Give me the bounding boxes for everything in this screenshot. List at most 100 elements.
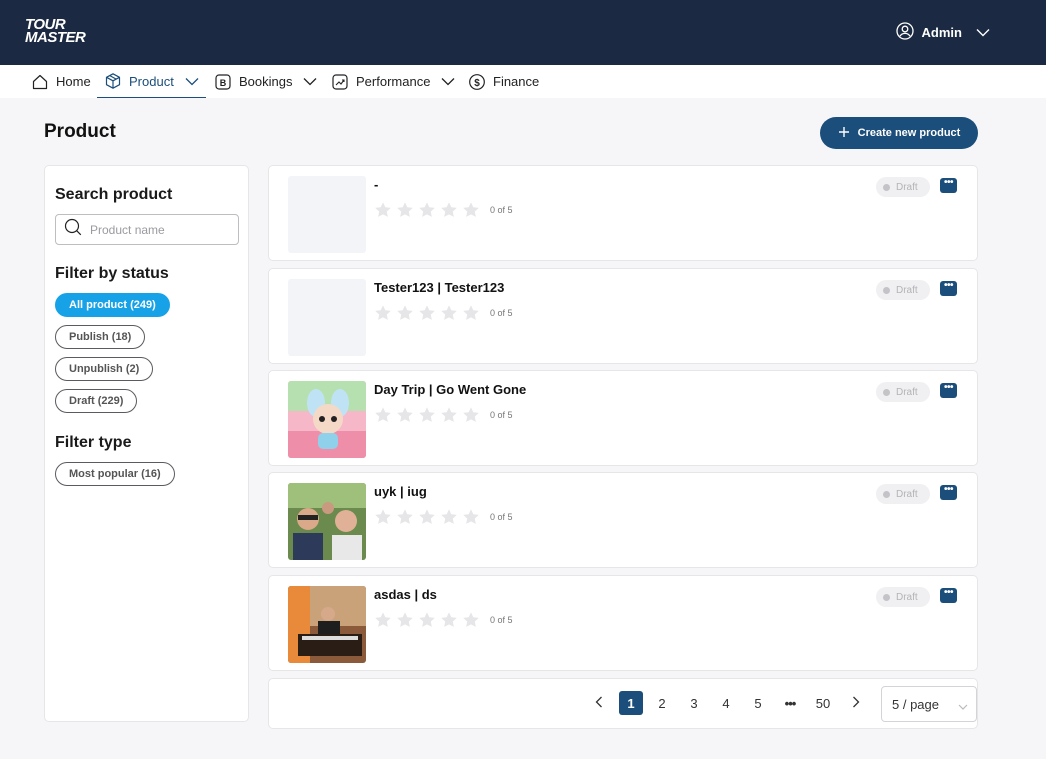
nav-product[interactable]: Product bbox=[97, 65, 206, 98]
prev-page-button[interactable] bbox=[587, 691, 611, 715]
user-name: Admin bbox=[921, 25, 962, 40]
more-options-button[interactable]: ••• bbox=[940, 383, 957, 398]
status-label: Draft bbox=[896, 591, 918, 603]
rating-stars: 0 of 5 bbox=[374, 611, 513, 629]
page-title: Product bbox=[44, 121, 116, 142]
status-badge: Draft bbox=[876, 280, 930, 300]
more-pages-ellipsis[interactable]: ••• bbox=[778, 691, 802, 715]
filter-unpublish[interactable]: Unpublish (2) bbox=[55, 357, 154, 381]
chevron-down-icon bbox=[958, 699, 968, 714]
filter-publish[interactable]: Publish (18) bbox=[55, 325, 146, 349]
star-icon bbox=[462, 304, 480, 322]
product-image-toy bbox=[288, 381, 366, 458]
nav-finance-label: Finance bbox=[493, 74, 540, 89]
page-50[interactable]: 50 bbox=[811, 691, 835, 715]
product-title: asdas | ds bbox=[374, 587, 437, 602]
chevron-down-icon bbox=[441, 74, 455, 89]
nav-finance[interactable]: $ Finance bbox=[468, 65, 539, 98]
brand-logo[interactable]: TOUR MASTER bbox=[25, 17, 86, 48]
filter-sidebar: Search product Filter by status All prod… bbox=[44, 165, 249, 722]
star-icons bbox=[374, 304, 480, 322]
star-icon bbox=[440, 304, 458, 322]
star-icon bbox=[396, 406, 414, 424]
more-options-button[interactable]: ••• bbox=[940, 178, 957, 193]
star-icon bbox=[374, 611, 392, 629]
page-2[interactable]: 2 bbox=[650, 691, 674, 715]
rating-stars: 0 of 5 bbox=[374, 508, 513, 526]
search-input[interactable] bbox=[90, 222, 230, 237]
brand-line-2: MASTER bbox=[25, 29, 86, 46]
nav-home[interactable]: Home bbox=[31, 65, 91, 98]
plus-icon bbox=[838, 126, 850, 140]
user-menu[interactable]: Admin bbox=[895, 22, 990, 43]
product-title: - bbox=[374, 177, 379, 192]
nav-performance[interactable]: Performance bbox=[331, 65, 455, 98]
status-dot-icon bbox=[883, 183, 890, 191]
star-icon bbox=[440, 201, 458, 219]
more-options-button[interactable]: ••• bbox=[940, 485, 957, 500]
product-thumbnail bbox=[288, 176, 366, 253]
star-icon bbox=[418, 406, 436, 424]
nav-performance-label: Performance bbox=[356, 74, 431, 89]
star-icons bbox=[374, 508, 480, 526]
star-icon bbox=[396, 611, 414, 629]
star-icons bbox=[374, 406, 480, 424]
product-title: Tester123 | Tester123 bbox=[374, 280, 505, 295]
more-options-button[interactable]: ••• bbox=[940, 281, 957, 296]
star-icon bbox=[374, 201, 392, 219]
page-size-value: 5 / page bbox=[892, 696, 939, 712]
chevron-down-icon bbox=[976, 25, 990, 40]
star-icon bbox=[396, 304, 414, 322]
star-icon bbox=[440, 508, 458, 526]
page-1[interactable]: 1 bbox=[619, 691, 643, 715]
create-product-label: Create new product bbox=[857, 127, 961, 139]
star-icons bbox=[374, 201, 480, 219]
page-size-select[interactable]: 5 / page bbox=[881, 686, 977, 722]
page-5[interactable]: 5 bbox=[746, 691, 770, 715]
status-dot-icon bbox=[883, 593, 890, 601]
status-label: Draft bbox=[896, 386, 918, 398]
chevron-right-icon bbox=[852, 696, 860, 711]
product-image-people bbox=[288, 483, 366, 560]
rating-stars: 0 of 5 bbox=[374, 304, 513, 322]
nav-bookings[interactable]: B Bookings bbox=[214, 65, 317, 98]
more-options-button[interactable]: ••• bbox=[940, 588, 957, 603]
product-card[interactable]: - 0 of 5 Draft ••• bbox=[268, 165, 978, 261]
rating-text: 0 of 5 bbox=[490, 205, 513, 215]
next-page-button[interactable] bbox=[844, 691, 868, 715]
svg-text:B: B bbox=[220, 77, 227, 87]
create-product-button[interactable]: Create new product bbox=[820, 117, 978, 149]
pagination: 1 2 3 4 5 ••• 50 5 / page bbox=[268, 678, 978, 729]
top-bar: TOUR MASTER Admin bbox=[0, 0, 1046, 65]
star-icon bbox=[418, 304, 436, 322]
filter-draft[interactable]: Draft (229) bbox=[55, 389, 138, 413]
search-field[interactable] bbox=[55, 214, 239, 245]
rating-stars: 0 of 5 bbox=[374, 406, 513, 424]
product-title: uyk | iug bbox=[374, 484, 427, 499]
product-card[interactable]: uyk | iug 0 of 5 Draft ••• bbox=[268, 472, 978, 568]
star-icon bbox=[374, 304, 392, 322]
status-badge: Draft bbox=[876, 484, 930, 504]
star-icon bbox=[462, 201, 480, 219]
product-card[interactable]: asdas | ds 0 of 5 Draft ••• bbox=[268, 575, 978, 671]
status-label: Draft bbox=[896, 181, 918, 193]
star-icon bbox=[374, 406, 392, 424]
svg-text:$: $ bbox=[474, 77, 480, 88]
page-4[interactable]: 4 bbox=[714, 691, 738, 715]
status-badge: Draft bbox=[876, 177, 930, 197]
search-heading: Search product bbox=[55, 186, 173, 203]
filter-most-popular[interactable]: Most popular (16) bbox=[55, 462, 175, 486]
star-icon bbox=[418, 201, 436, 219]
status-dot-icon bbox=[883, 490, 890, 498]
product-title: Day Trip | Go Went Gone bbox=[374, 382, 527, 397]
page-3[interactable]: 3 bbox=[682, 691, 706, 715]
product-card[interactable]: Day Trip | Go Went Gone 0 of 5 Draft ••• bbox=[268, 370, 978, 466]
star-icon bbox=[396, 201, 414, 219]
chevron-down-icon bbox=[185, 74, 199, 89]
rating-text: 0 of 5 bbox=[490, 615, 513, 625]
main-nav: Home Product B Bookings Performance $ Fi… bbox=[0, 65, 1046, 98]
status-badge: Draft bbox=[876, 587, 930, 607]
filter-all-product[interactable]: All product (249) bbox=[55, 293, 170, 317]
star-icon bbox=[418, 611, 436, 629]
product-card[interactable]: Tester123 | Tester123 0 of 5 Draft ••• bbox=[268, 268, 978, 364]
